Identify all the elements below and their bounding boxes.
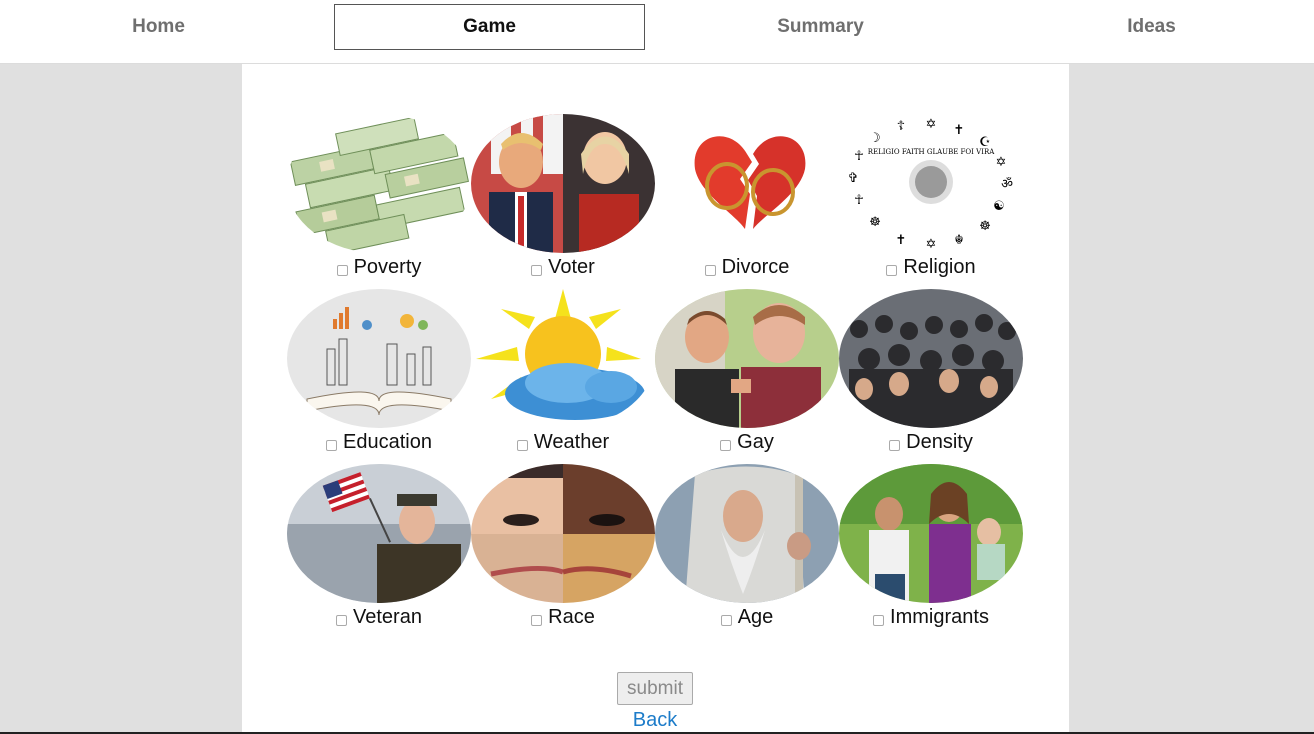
education-label: Education <box>343 430 432 453</box>
veteran-checkbox[interactable] <box>336 614 348 626</box>
svg-text:☥: ☥ <box>854 193 864 208</box>
topic-card-race: Race <box>471 464 655 639</box>
density-checkbox[interactable] <box>889 439 901 451</box>
education-image <box>287 289 471 428</box>
svg-text:RELIGIO FAITH GLAUBE FOI VIRA: RELIGIO FAITH GLAUBE FOI VIRA <box>868 148 996 156</box>
weather-checkbox[interactable] <box>516 439 528 451</box>
topic-card-age: Age <box>655 464 839 639</box>
weather-image <box>471 289 655 428</box>
svg-text:✝: ✝ <box>896 233 907 248</box>
tab-home[interactable]: Home <box>3 4 314 50</box>
submit-button[interactable]: submit <box>617 672 693 705</box>
svg-text:☸: ☸ <box>979 219 991 234</box>
svg-text:✝: ✝ <box>954 123 965 138</box>
poverty-checkbox[interactable] <box>336 264 348 276</box>
veteran-label: Veteran <box>353 605 422 628</box>
topic-card-weather: Weather <box>471 289 655 464</box>
age-checkbox[interactable] <box>720 614 732 626</box>
topic-card-voter: Voter <box>471 114 655 289</box>
topic-card-gay: Gay <box>655 289 839 464</box>
svg-text:☬: ☬ <box>954 233 963 248</box>
topic-card-religion: RELIGIO FAITH GLAUBE FOI VIRA ✡ ✝ ☪ ✡ ॐ … <box>839 114 1023 289</box>
svg-text:✡: ✡ <box>996 155 1007 170</box>
svg-text:✞: ✞ <box>848 171 859 186</box>
gay-image <box>655 289 839 428</box>
svg-text:✡: ✡ <box>926 117 937 132</box>
svg-text:ॐ: ॐ <box>1001 177 1013 192</box>
svg-text:✡: ✡ <box>926 237 937 252</box>
religion-image: RELIGIO FAITH GLAUBE FOI VIRA ✡ ✝ ☪ ✡ ॐ … <box>839 114 1023 253</box>
density-label: Density <box>906 430 973 453</box>
immigrants-image <box>839 464 1023 603</box>
density-image <box>839 289 1023 428</box>
svg-text:☯: ☯ <box>993 199 1005 214</box>
svg-text:☽: ☽ <box>869 131 881 146</box>
topic-card-immigrants: Immigrants <box>839 464 1023 639</box>
svg-text:☥: ☥ <box>854 149 864 164</box>
divorce-image <box>655 114 839 253</box>
tab-game[interactable]: Game <box>334 4 645 50</box>
poverty-label: Poverty <box>353 255 422 278</box>
age-label: Age <box>737 605 774 628</box>
voter-label: Voter <box>548 255 595 278</box>
gay-label: Gay <box>737 430 774 453</box>
race-image <box>471 464 655 603</box>
game-panel: Poverty Voter Divorce RELIGIO FAITH GLAU… <box>242 64 1069 734</box>
voter-checkbox[interactable] <box>531 264 543 276</box>
education-checkbox[interactable] <box>326 439 338 451</box>
topic-card-divorce: Divorce <box>655 114 839 289</box>
weather-label: Weather <box>533 430 610 453</box>
topic-grid: Poverty Voter Divorce RELIGIO FAITH GLAU… <box>287 114 1023 639</box>
svg-text:☦: ☦ <box>897 119 905 134</box>
gay-checkbox[interactable] <box>720 439 732 451</box>
topic-card-veteran: Veteran <box>287 464 471 639</box>
veteran-image <box>287 464 471 603</box>
divorce-checkbox[interactable] <box>704 264 716 276</box>
religion-label: Religion <box>903 255 976 278</box>
top-navigation: Home Game Summary Ideas <box>0 0 1314 64</box>
voter-image <box>471 114 655 253</box>
poverty-image <box>287 114 471 253</box>
race-label: Race <box>548 605 595 628</box>
topic-card-poverty: Poverty <box>287 114 471 289</box>
svg-text:☪: ☪ <box>979 135 991 150</box>
divorce-label: Divorce <box>721 255 790 278</box>
age-image <box>655 464 839 603</box>
immigrants-label: Immigrants <box>890 605 989 628</box>
back-link[interactable]: Back <box>617 709 693 732</box>
tab-summary[interactable]: Summary <box>665 4 976 50</box>
svg-text:☸: ☸ <box>869 215 881 230</box>
topic-card-education: Education <box>287 289 471 464</box>
immigrants-checkbox[interactable] <box>873 614 885 626</box>
race-checkbox[interactable] <box>531 614 543 626</box>
religion-checkbox[interactable] <box>886 264 898 276</box>
tab-ideas[interactable]: Ideas <box>996 4 1307 50</box>
topic-card-density: Density <box>839 289 1023 464</box>
